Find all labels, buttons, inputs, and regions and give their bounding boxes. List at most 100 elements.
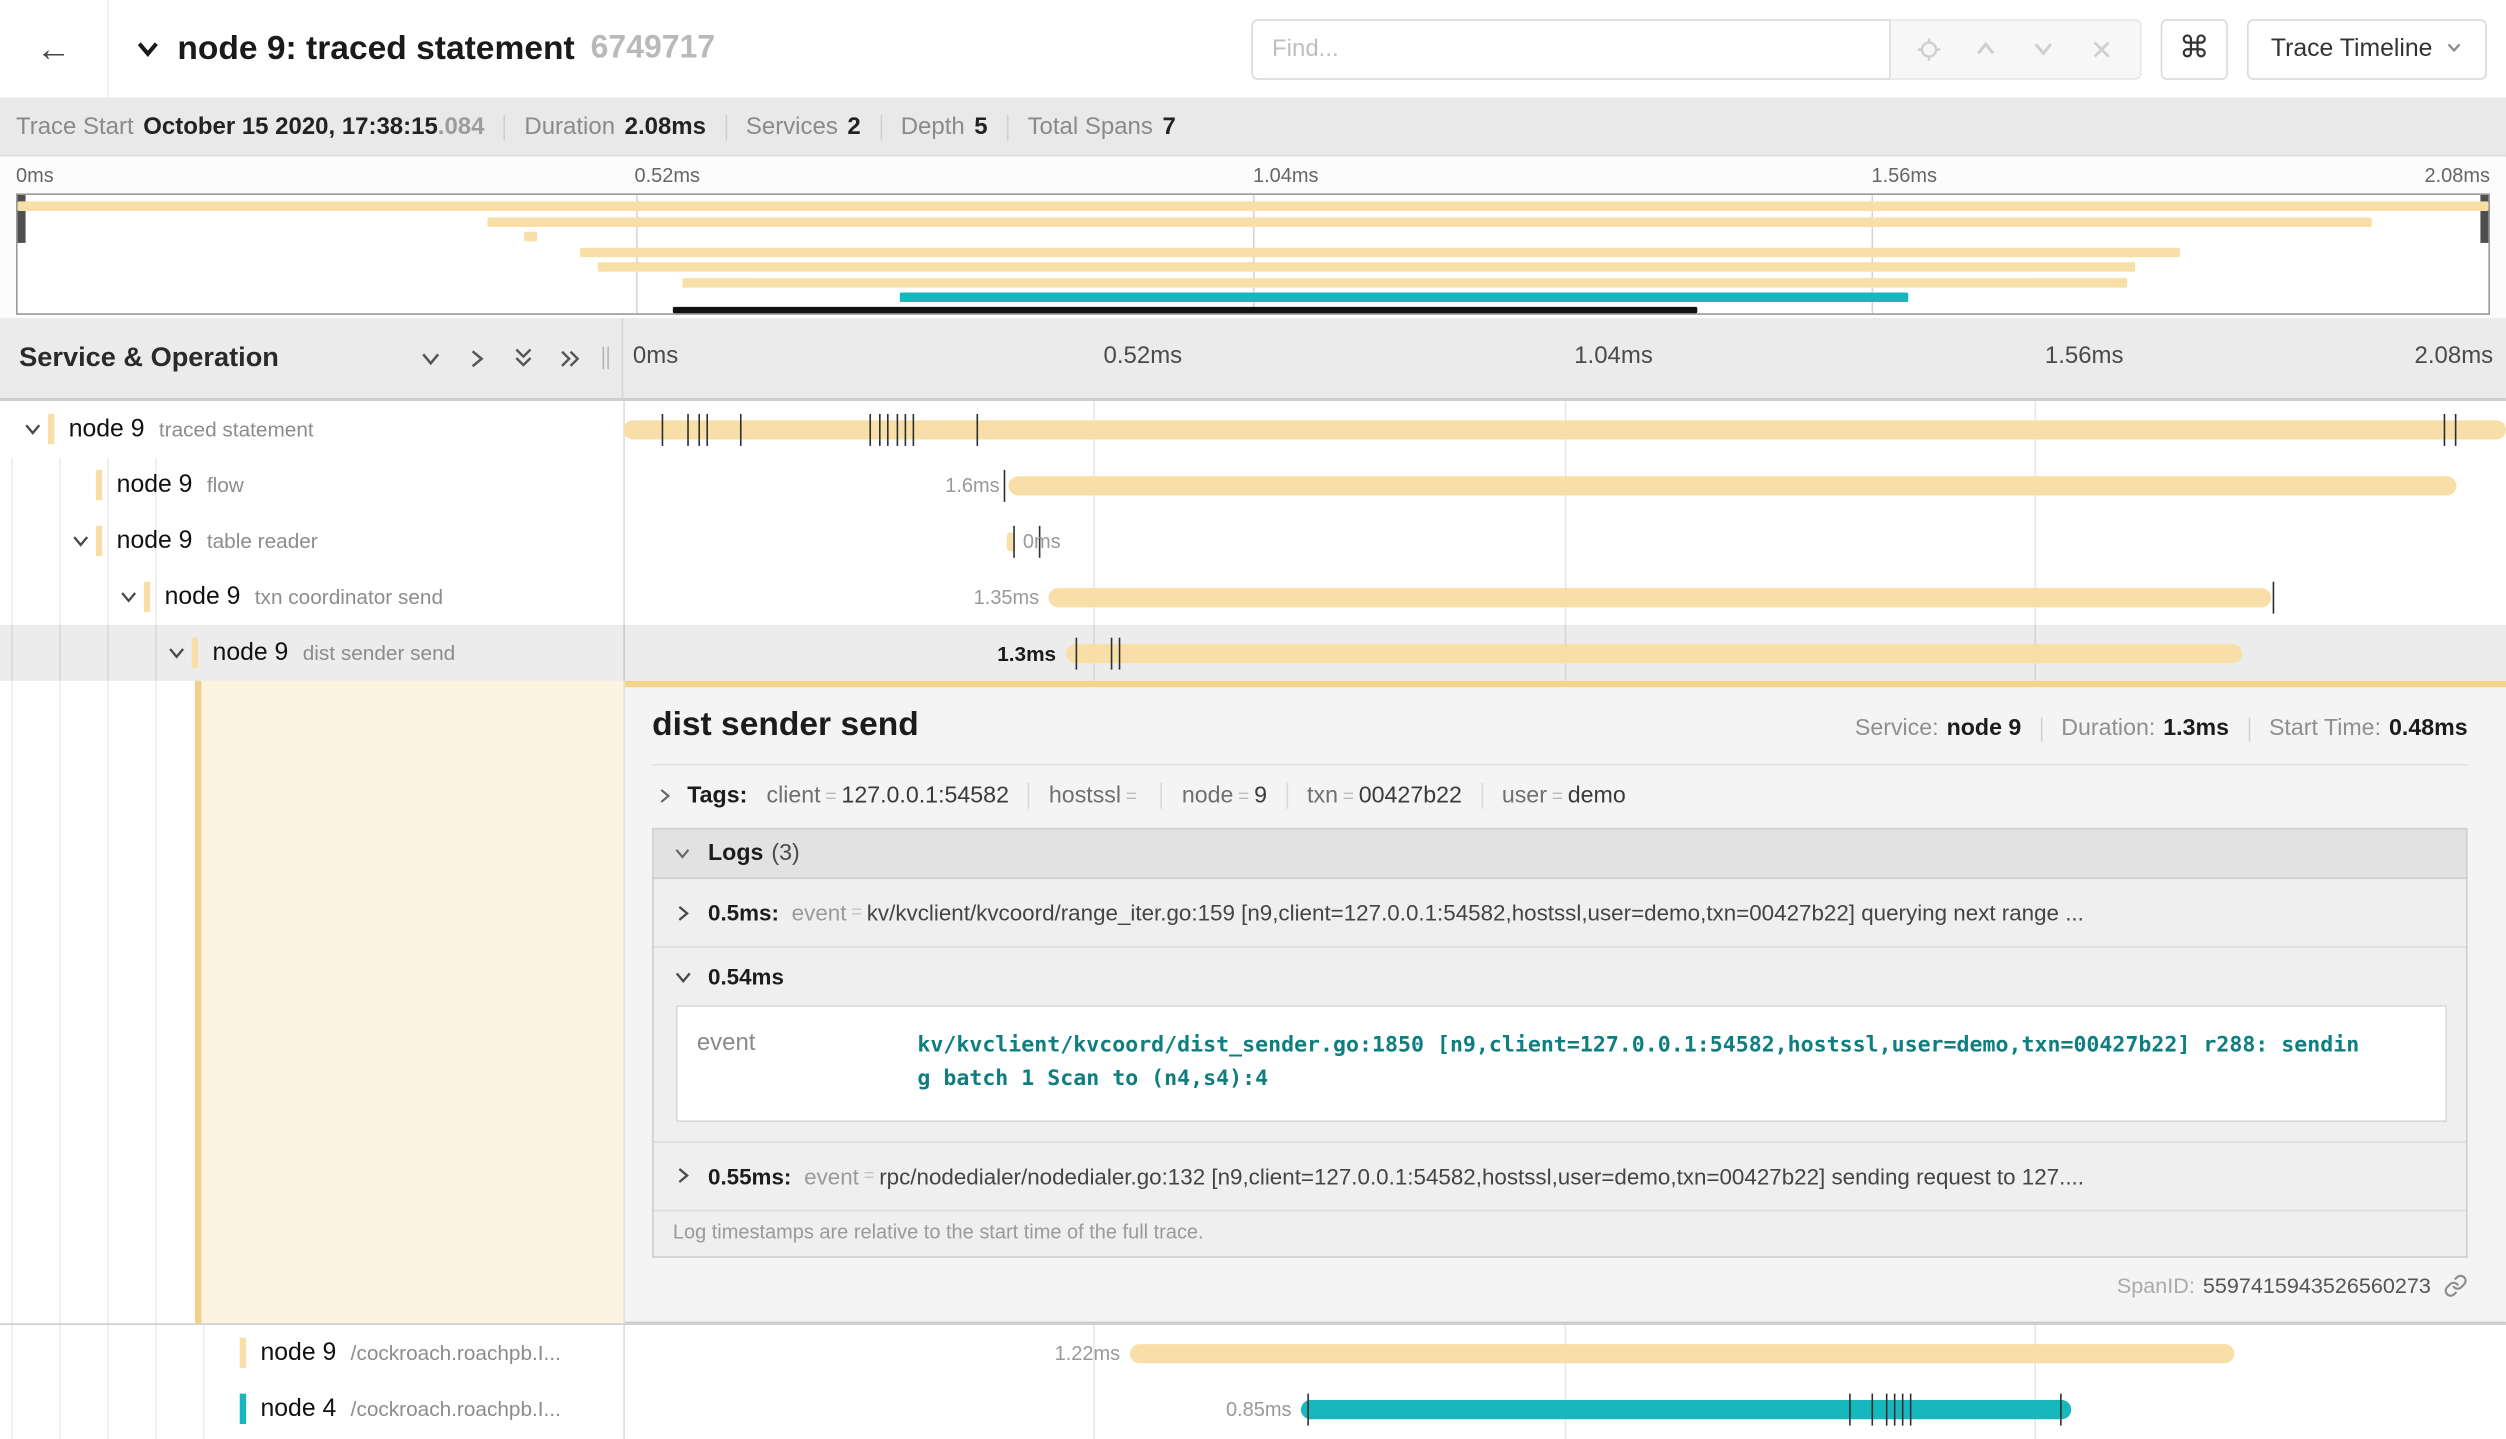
log-event-tick bbox=[2273, 581, 2275, 613]
service-color-bar bbox=[192, 638, 198, 668]
span-row[interactable]: node 9/cockroach.roachpb.I...1.22ms bbox=[0, 1325, 2506, 1381]
logs-section: Logs (3) 0.5ms:event=kv/kvclient/kvcoord… bbox=[652, 828, 2468, 1257]
span-row-name-cell[interactable]: node 9 dist sender send bbox=[0, 625, 623, 681]
minimap-axis-tick-label: 0ms bbox=[16, 165, 54, 187]
span-row-name-cell[interactable]: node 9flow bbox=[0, 457, 623, 513]
span-row-timeline-cell[interactable]: 0ms bbox=[623, 513, 2506, 569]
tag-equals: = bbox=[1126, 785, 1137, 807]
span-row[interactable]: node 9flow 1.6ms bbox=[0, 457, 2506, 513]
service-name: node 9 bbox=[213, 638, 289, 667]
span-row-name-cell[interactable]: node 9/cockroach.roachpb.I... bbox=[0, 1325, 623, 1381]
next-match-icon[interactable] bbox=[2015, 20, 2073, 78]
log-event-tick bbox=[1849, 1393, 1851, 1425]
row-chevron-down-icon[interactable] bbox=[64, 531, 96, 552]
span-row-timeline-cell[interactable]: 1.6ms bbox=[623, 457, 2506, 513]
keyboard-shortcuts-button[interactable]: ⌘ bbox=[2161, 18, 2228, 79]
tag-key: node bbox=[1182, 783, 1234, 809]
tag-value: demo bbox=[1568, 783, 1626, 809]
summary-value: 5 bbox=[974, 113, 987, 140]
timeline-axis-tick-label: 2.08ms bbox=[2415, 342, 2494, 369]
span-row-timeline-cell[interactable] bbox=[623, 401, 2506, 457]
minimap-canvas[interactable] bbox=[16, 193, 2490, 314]
locate-icon[interactable] bbox=[1900, 20, 1958, 78]
collapse-trace-chevron-icon[interactable] bbox=[134, 35, 161, 62]
span-row-name-cell[interactable]: node 9table reader bbox=[0, 513, 623, 569]
log-event-tick bbox=[687, 413, 689, 445]
minimap-span-bar bbox=[18, 201, 2489, 211]
expand-all-icon[interactable] bbox=[558, 346, 584, 370]
span-duration-bar[interactable] bbox=[1066, 643, 2243, 662]
expanded-span-indent-band bbox=[195, 681, 623, 1323]
timeline-axis-tick-label: 1.04ms bbox=[1574, 342, 1653, 369]
log-entry-row[interactable]: 0.5ms:event=kv/kvclient/kvcoord/range_it… bbox=[654, 879, 2466, 946]
summary-item: Trace StartOctober 15 2020, 17:38:15.084 bbox=[16, 113, 484, 140]
span-duration-label: 1.6ms bbox=[945, 474, 999, 496]
service-name: node 9 bbox=[117, 471, 193, 500]
service-color-bar bbox=[240, 1338, 246, 1368]
span-row-name-cell[interactable]: node 4/cockroach.roachpb.I... bbox=[0, 1381, 623, 1437]
deep-link-icon[interactable] bbox=[2444, 1273, 2468, 1297]
tag-separator bbox=[1028, 783, 1030, 809]
log-event-tick bbox=[879, 413, 881, 445]
tag-equals: = bbox=[1552, 785, 1563, 807]
span-row-name-cell[interactable]: node 9txn coordinator send bbox=[0, 569, 623, 625]
column-resize-handle[interactable] bbox=[603, 347, 609, 369]
clear-find-icon[interactable] bbox=[2073, 20, 2131, 78]
meta-value: 0.48ms bbox=[2389, 716, 2468, 742]
minimap-axis-tick-label: 1.04ms bbox=[1253, 165, 1319, 187]
prev-match-icon[interactable] bbox=[1958, 20, 2016, 78]
log-entry-row[interactable]: 0.55ms:event=rpc/nodedialer/nodedialer.g… bbox=[654, 1141, 2466, 1210]
span-duration-bar[interactable] bbox=[1009, 475, 2457, 494]
span-row[interactable]: node 9 dist sender send 1.3ms bbox=[0, 625, 2506, 681]
tag-item: client=127.0.0.1:54582 bbox=[767, 783, 1009, 809]
row-chevron-down-icon[interactable] bbox=[112, 587, 144, 608]
span-row[interactable]: node 9traced statement bbox=[0, 401, 2506, 457]
tags-row[interactable]: Tags: client=127.0.0.1:54582hostssl=node… bbox=[652, 766, 2468, 828]
log-event-tick bbox=[706, 413, 708, 445]
operation-name: dist sender send bbox=[303, 641, 455, 665]
service-name: node 9 bbox=[117, 527, 193, 556]
service-operation-title: Service & Operation bbox=[19, 342, 419, 374]
span-row-timeline-cell[interactable]: 1.22ms bbox=[623, 1325, 2506, 1381]
span-duration-bar[interactable] bbox=[623, 420, 2506, 439]
find-input[interactable] bbox=[1251, 18, 1890, 79]
back-button[interactable]: ← bbox=[0, 0, 109, 97]
tag-item: user=demo bbox=[1502, 783, 1626, 809]
minimap-span-bar bbox=[524, 232, 536, 242]
span-rows-bottom: node 9/cockroach.roachpb.I...1.22msnode … bbox=[0, 1323, 2506, 1436]
service-color-bar bbox=[96, 526, 102, 556]
trace-view-selector[interactable]: Trace Timeline bbox=[2247, 18, 2487, 79]
span-row-timeline-cell[interactable]: 0.85ms bbox=[623, 1381, 2506, 1437]
span-row[interactable]: node 9table reader0ms bbox=[0, 513, 2506, 569]
summary-label: Depth bbox=[901, 113, 965, 140]
log-field-key: event bbox=[792, 900, 847, 926]
tag-key: user bbox=[1502, 783, 1547, 809]
span-detail-title: dist sender send bbox=[652, 706, 1855, 744]
summary-separator bbox=[880, 114, 882, 140]
span-id-value: 5597415943526560273 bbox=[2203, 1273, 2431, 1297]
span-row-name-cell[interactable]: node 9traced statement bbox=[0, 401, 623, 457]
row-chevron-down-icon[interactable] bbox=[16, 419, 48, 440]
span-id-row: SpanID: 5597415943526560273 bbox=[652, 1257, 2468, 1297]
minimap-span-bar bbox=[682, 277, 2127, 287]
span-rows-area: node 9traced statementnode 9flow1.6msnod… bbox=[0, 401, 2506, 1439]
service-color-bar bbox=[96, 470, 102, 500]
logs-header[interactable]: Logs (3) bbox=[654, 829, 2466, 879]
log-event-tick bbox=[896, 413, 898, 445]
span-row[interactable]: node 4/cockroach.roachpb.I...0.85ms bbox=[0, 1381, 2506, 1437]
span-duration-bar[interactable] bbox=[1301, 1399, 2071, 1418]
expand-one-icon[interactable] bbox=[465, 346, 489, 370]
span-row-timeline-cell[interactable]: 1.3ms bbox=[623, 625, 2506, 681]
collapse-one-icon[interactable] bbox=[419, 346, 443, 370]
span-duration-bar[interactable] bbox=[1049, 587, 2271, 606]
find-group bbox=[1251, 18, 2141, 79]
span-row-timeline-cell[interactable]: 1.35ms bbox=[623, 569, 2506, 625]
row-chevron-down-icon[interactable] bbox=[160, 642, 192, 663]
collapse-all-icon[interactable] bbox=[511, 345, 535, 371]
log-event-tick bbox=[870, 413, 872, 445]
summary-value-fraction: .084 bbox=[438, 113, 485, 140]
span-row[interactable]: node 9txn coordinator send1.35ms bbox=[0, 569, 2506, 625]
log-field-value: kv/kvclient/kvcoord/range_iter.go:159 [n… bbox=[867, 900, 2084, 926]
log-entry-expanded-header[interactable]: 0.54ms bbox=[673, 948, 2447, 1006]
span-duration-bar[interactable] bbox=[1130, 1343, 2235, 1362]
